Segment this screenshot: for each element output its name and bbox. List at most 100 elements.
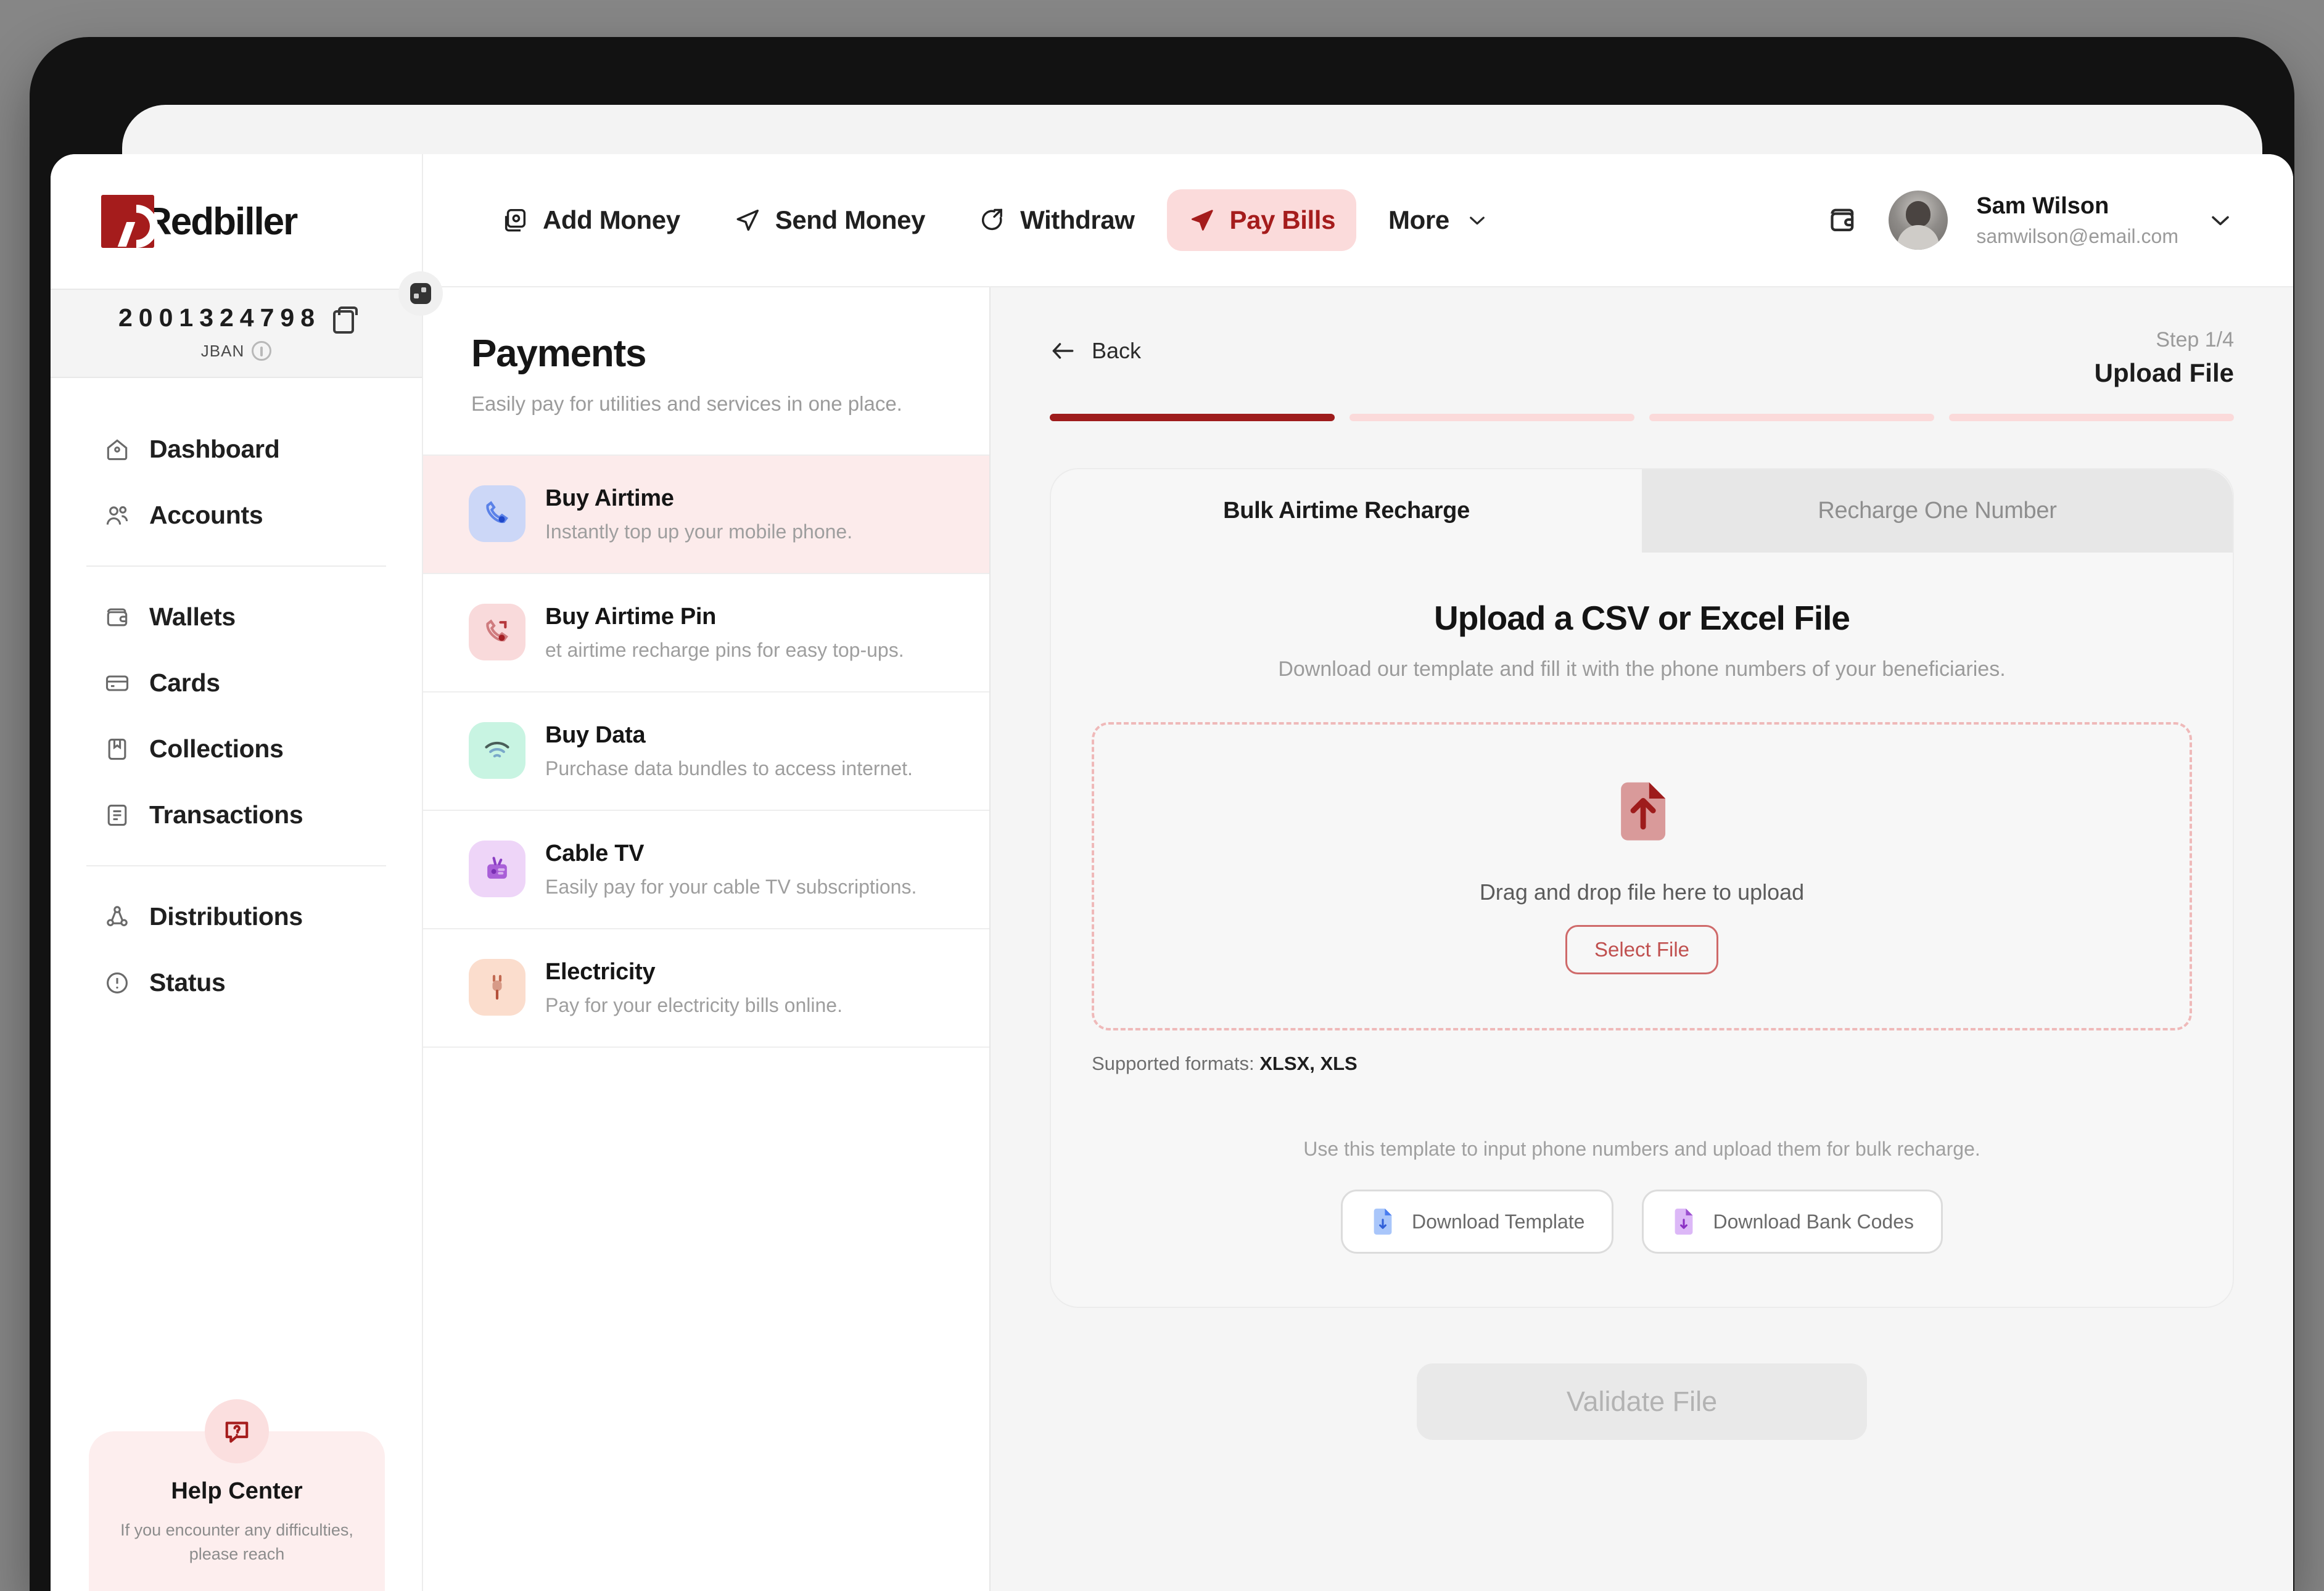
back-button[interactable]: Back bbox=[1050, 328, 1141, 364]
user-meta: Sam Wilson samwilson@email.com bbox=[1976, 192, 2178, 249]
nav-label: Pay Bills bbox=[1229, 205, 1336, 234]
tv-icon bbox=[469, 840, 525, 897]
page-subtitle: Easily pay for utilities and services in… bbox=[471, 392, 902, 415]
help-center-card[interactable]: Help Center If you encounter any difficu… bbox=[89, 1399, 385, 1591]
sidebar-item-label: Accounts bbox=[149, 501, 263, 529]
brand-logo[interactable]: Redbiller bbox=[51, 154, 422, 289]
service-desc: Instantly top up your mobile phone. bbox=[545, 520, 853, 543]
progress-segment-2 bbox=[1349, 414, 1634, 421]
pay-bills-icon bbox=[1188, 206, 1216, 234]
formats-prefix: Supported formats: bbox=[1092, 1053, 1260, 1074]
back-label: Back bbox=[1092, 338, 1142, 363]
service-item-buy-airtime[interactable]: Buy Airtime Instantly top up your mobile… bbox=[423, 455, 989, 574]
sidebar-item-dashboard[interactable]: Dashboard bbox=[51, 416, 422, 482]
upload-heading: Upload a CSV or Excel File bbox=[1434, 599, 1850, 637]
step-name: Upload File bbox=[2094, 358, 2234, 387]
phone-pin-icon bbox=[469, 603, 525, 660]
file-upload-icon bbox=[1610, 778, 1674, 846]
tab-recharge-one-number[interactable]: Recharge One Number bbox=[1642, 469, 2233, 553]
account-number-row: 2001324798 bbox=[51, 303, 422, 334]
sidebar-item-label: Cards bbox=[149, 668, 220, 697]
download-template-button[interactable]: Download Template bbox=[1341, 1190, 1614, 1254]
withdraw-icon bbox=[978, 206, 1007, 234]
sidebar-item-distributions[interactable]: Distributions bbox=[51, 884, 422, 950]
service-item-electricity[interactable]: Electricity Pay for your electricity bil… bbox=[423, 929, 989, 1048]
top-navigation-bar: Add Money Send Money Withdraw Pay Bills … bbox=[423, 154, 2293, 287]
redbiller-logo-icon bbox=[101, 195, 154, 248]
sidebar-collapse-icon[interactable] bbox=[398, 271, 443, 316]
collections-icon bbox=[104, 736, 131, 763]
copy-icon[interactable] bbox=[333, 306, 358, 334]
account-type-label: JBAN bbox=[200, 341, 245, 360]
tab-bar: Bulk Airtime Recharge Recharge One Numbe… bbox=[1051, 469, 2233, 553]
app-window: Redbiller 2001324798 JBAN Dashboard Acco… bbox=[51, 154, 2293, 1591]
nav-add-money[interactable]: Add Money bbox=[480, 189, 701, 251]
account-strip: 2001324798 JBAN bbox=[51, 271, 443, 378]
main-content: Back Step 1/4 Upload File Bulk Airtime R… bbox=[991, 287, 2293, 1591]
sidebar-item-accounts[interactable]: Accounts bbox=[51, 482, 422, 548]
nav-label: Add Money bbox=[543, 205, 680, 234]
nav-label: More bbox=[1388, 205, 1449, 234]
user-email: samwilson@email.com bbox=[1976, 224, 2178, 247]
payments-panel: Payments Easily pay for utilities and se… bbox=[423, 287, 991, 1591]
service-item-text: Buy Airtime Instantly top up your mobile… bbox=[545, 485, 852, 543]
service-item-text: Cable TV Easily pay for your cable TV su… bbox=[545, 841, 917, 898]
sidebar: Redbiller 2001324798 JBAN Dashboard Acco… bbox=[51, 154, 443, 1591]
device-bezel bbox=[122, 105, 2262, 160]
wallet-icon bbox=[104, 604, 131, 631]
file-blue-icon bbox=[1370, 1207, 1396, 1236]
distributions-icon bbox=[104, 903, 131, 931]
sidebar-item-status[interactable]: Status bbox=[51, 950, 422, 1016]
tab-bulk-airtime-recharge[interactable]: Bulk Airtime Recharge bbox=[1051, 469, 1642, 553]
wallet-top-icon[interactable] bbox=[1826, 203, 1860, 237]
nav-send-money[interactable]: Send Money bbox=[712, 189, 946, 251]
file-dropzone[interactable]: Drag and drop file here to upload Select… bbox=[1092, 722, 2192, 1030]
sidebar-item-label: Distributions bbox=[149, 902, 303, 931]
download-bank-codes-label: Download Bank Codes bbox=[1713, 1210, 1914, 1233]
validate-file-button[interactable]: Validate File bbox=[1417, 1363, 1867, 1440]
arrow-left-icon bbox=[1050, 340, 1077, 361]
service-item-buy-data[interactable]: Buy Data Purchase data bundles to access… bbox=[423, 693, 989, 811]
download-bank-codes-button[interactable]: Download Bank Codes bbox=[1642, 1190, 1943, 1254]
sidebar-item-wallets[interactable]: Wallets bbox=[51, 584, 422, 650]
nav-withdraw[interactable]: Withdraw bbox=[957, 189, 1155, 251]
file-purple-icon bbox=[1671, 1207, 1697, 1236]
add-money-icon bbox=[501, 206, 529, 234]
nav-group-primary: Dashboard Accounts bbox=[51, 405, 422, 559]
phone-icon bbox=[469, 485, 525, 542]
card-icon bbox=[104, 670, 131, 697]
nav-divider bbox=[86, 565, 386, 567]
status-icon bbox=[104, 969, 131, 997]
service-desc: Pay for your electricity bills online. bbox=[545, 993, 843, 1016]
nav-more[interactable]: More bbox=[1367, 189, 1510, 251]
sidebar-item-collections[interactable]: Collections bbox=[51, 716, 422, 782]
chevron-down-icon[interactable] bbox=[2207, 207, 2234, 234]
sidebar-item-label: Transactions bbox=[149, 800, 303, 829]
sidebar-item-transactions[interactable]: Transactions bbox=[51, 782, 422, 848]
info-icon[interactable] bbox=[252, 341, 272, 361]
nav-label: Withdraw bbox=[1020, 205, 1135, 234]
home-icon bbox=[104, 436, 131, 463]
service-item-cable-tv[interactable]: Cable TV Easily pay for your cable TV su… bbox=[423, 811, 989, 929]
wifi-icon bbox=[469, 722, 525, 779]
transactions-icon bbox=[104, 802, 131, 829]
collapse-glyph bbox=[410, 283, 431, 304]
upload-card: Bulk Airtime Recharge Recharge One Numbe… bbox=[1050, 468, 2234, 1308]
download-buttons: Download Template Download Bank Codes bbox=[1051, 1190, 2233, 1254]
service-item-text: Buy Data Purchase data bundles to access… bbox=[545, 722, 913, 780]
nav-pay-bills[interactable]: Pay Bills bbox=[1166, 189, 1357, 251]
sidebar-item-label: Collections bbox=[149, 734, 284, 763]
account-type-row: JBAN bbox=[51, 341, 422, 361]
sidebar-item-cards[interactable]: Cards bbox=[51, 650, 422, 716]
device-frame: Redbiller 2001324798 JBAN Dashboard Acco… bbox=[30, 37, 2294, 1591]
service-item-buy-airtime-pin[interactable]: Buy Airtime Pin et airtime recharge pins… bbox=[423, 574, 989, 693]
service-title: Electricity bbox=[545, 958, 656, 985]
select-file-button[interactable]: Select File bbox=[1565, 925, 1719, 974]
service-item-text: Buy Airtime Pin et airtime recharge pins… bbox=[545, 604, 904, 662]
help-center-text: If you encounter any difficulties, pleas… bbox=[120, 1520, 353, 1563]
avatar[interactable] bbox=[1889, 191, 1948, 250]
service-desc: Easily pay for your cable TV subscriptio… bbox=[545, 875, 917, 898]
download-template-label: Download Template bbox=[1412, 1210, 1585, 1233]
service-title: Buy Data bbox=[545, 722, 646, 748]
top-nav-items: Add Money Send Money Withdraw Pay Bills … bbox=[480, 189, 1510, 251]
